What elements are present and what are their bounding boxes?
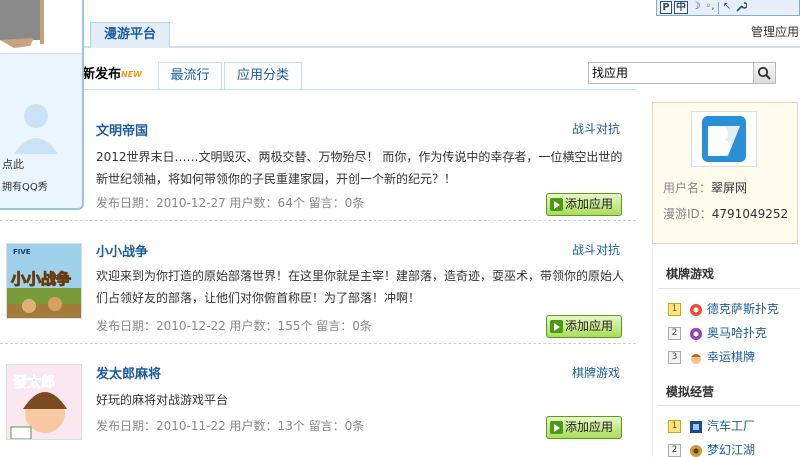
app-thumbnail[interactable]: FIVE 小小战争	[6, 243, 82, 319]
rank-item[interactable]: 3 幸运棋牌	[668, 349, 755, 365]
rank-label: 幸运棋牌	[707, 350, 756, 364]
rank-number: 2	[668, 444, 681, 457]
page: 漫游平台 P 中 ☽ ◦, ↖ 管理应用 新发布NEW 最流行 应用分类 找应用…	[0, 0, 800, 457]
section-divider	[658, 288, 800, 289]
app-description: 好玩的麻将对战游戏平台	[96, 393, 229, 407]
sidebar-border	[652, 244, 653, 457]
app-item: 文明帝国 战斗对抗 2012世界末日……文明毁灭、两极交替、万物殆尽！ 而你，作…	[0, 90, 636, 221]
section-divider	[658, 405, 800, 406]
add-arrow-icon	[550, 320, 563, 333]
app-title[interactable]: 文明帝国	[96, 120, 148, 139]
wrench-icon[interactable]	[735, 1, 748, 14]
search-icon	[757, 66, 771, 80]
thumb-brand: FIVE	[13, 248, 31, 256]
app-item: 發太郎 发太郎麻将 棋牌游戏 好玩的麻将对战游戏平台 发布日期：2010-11-…	[0, 344, 636, 457]
qq-show-hint-sub: 拥有QQ秀	[2, 182, 48, 193]
rank-label: 汽车工厂	[707, 419, 756, 433]
rank-item[interactable]: 2 梦幻江湖	[668, 442, 755, 457]
qq-show-hint: 点此	[2, 158, 24, 171]
search-button[interactable]	[754, 62, 776, 84]
sim-section-title: 模拟经营	[666, 385, 715, 399]
app-title[interactable]: 小小战争	[96, 241, 148, 260]
thumb-title: 小小战争	[11, 270, 71, 288]
rank-label: 梦幻江湖	[707, 443, 756, 457]
rank-item[interactable]: 2 奥马哈扑克	[668, 325, 767, 341]
add-app-label: 添加应用	[565, 197, 614, 211]
qq-show-avatar	[0, 0, 82, 54]
platform-tab[interactable]: 漫游平台	[90, 22, 170, 48]
rank-number: 3	[668, 351, 681, 364]
new-badge: NEW	[121, 70, 142, 79]
punctuation-icon[interactable]: ◦,	[704, 1, 716, 14]
tab-category[interactable]: 应用分类	[224, 62, 302, 90]
thumb-title: 發太郎	[12, 374, 55, 391]
profile-id: 漫游ID：4791049252	[663, 205, 788, 222]
app-description: 欢迎来到为你打造的原始部落世界！在这里你就是主宰！建部落，造奇迹，耍巫术，带领你…	[96, 269, 625, 305]
id-value: 4791049252	[711, 207, 789, 221]
factory-icon	[689, 420, 703, 434]
add-arrow-icon	[550, 421, 563, 434]
rank-label: 德克萨斯扑克	[707, 302, 780, 316]
chess-section-title: 棋牌游戏	[666, 267, 715, 281]
add-app-button[interactable]: 添加应用	[546, 315, 622, 338]
id-label: 漫游ID：	[663, 207, 712, 221]
rank-item[interactable]: 1 德克萨斯扑克	[668, 301, 779, 317]
user-silhouette-icon	[14, 104, 58, 154]
app-item: FIVE 小小战争 小小战争 战斗对抗 欢迎来到为你打造的原始部落世界！在这里你…	[0, 221, 636, 344]
rank-label: 奥马哈扑克	[707, 326, 768, 340]
add-app-button[interactable]: 添加应用	[546, 193, 622, 216]
app-description: 2012世界末日……文明毁灭、两极交替、万物殆尽！ 而你，作为传说中的幸存者，一…	[96, 150, 623, 186]
manage-apps-link[interactable]: 管理应用	[751, 23, 799, 40]
chinese-input-icon[interactable]: 中	[674, 1, 688, 14]
pointer-icon[interactable]: ↖	[721, 1, 733, 14]
app-title[interactable]: 发太郎麻将	[96, 363, 161, 382]
toolbar: P 中 ☽ ◦, ↖	[656, 0, 800, 16]
qq-show-panel[interactable]: 点此 拥有QQ秀	[0, 0, 84, 210]
site-logo[interactable]	[691, 111, 757, 167]
add-app-label: 添加应用	[565, 319, 614, 333]
search-input[interactable]: 找应用	[588, 62, 754, 84]
tab-new[interactable]: 新发布NEW	[82, 62, 156, 90]
app-meta: 发布日期：2010-12-27 用户数：64个 留言：0条	[96, 196, 365, 210]
p-icon[interactable]: P	[660, 1, 672, 14]
add-app-button[interactable]: 添加应用	[546, 416, 622, 439]
app-meta: 发布日期：2010-11-22 用户数：13个 留言：0条	[96, 419, 365, 433]
app-category-link[interactable]: 战斗对抗	[572, 120, 620, 137]
rank-item[interactable]: 1 汽车工厂	[668, 418, 755, 434]
poker-icon	[689, 327, 703, 341]
rank-number: 1	[668, 420, 681, 433]
profile-username: 用户名：翠屏网	[663, 179, 747, 196]
tab-new-label: 新发布	[82, 67, 122, 82]
tab-popular[interactable]: 最流行	[158, 62, 222, 90]
username-value: 翠屏网	[711, 181, 748, 195]
app-thumbnail[interactable]: 發太郎	[6, 364, 82, 440]
toolbar-separator	[718, 1, 719, 14]
rank-number: 2	[668, 327, 681, 340]
avatar-icon	[689, 351, 703, 365]
app-category-link[interactable]: 战斗对抗	[572, 241, 620, 258]
add-app-label: 添加应用	[565, 420, 614, 434]
game-icon	[689, 444, 703, 457]
poker-icon	[689, 303, 703, 317]
username-label: 用户名：	[663, 181, 712, 195]
app-category-link[interactable]: 棋牌游戏	[572, 364, 620, 381]
rank-number: 1	[668, 303, 681, 316]
app-meta: 发布日期：2010-12-22 用户数：155个 留言：0条	[96, 319, 372, 333]
profile-card: 用户名：翠屏网 漫游ID：4791049252	[652, 102, 798, 244]
add-arrow-icon	[550, 198, 563, 211]
moon-icon[interactable]: ☽	[690, 1, 702, 14]
